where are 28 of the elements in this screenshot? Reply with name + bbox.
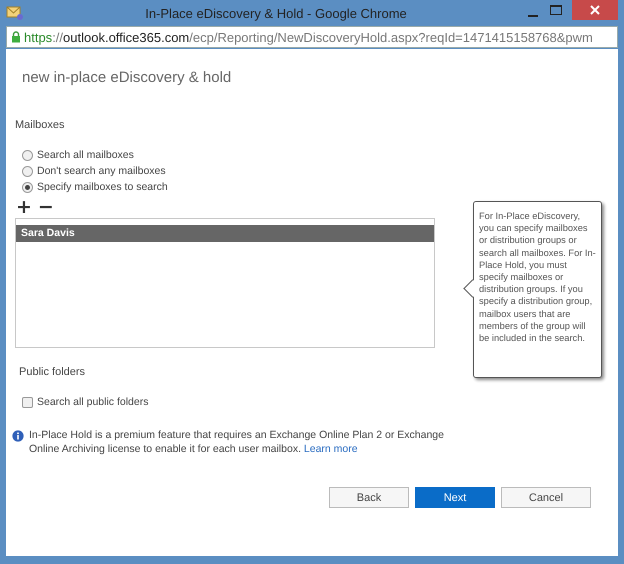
dialog-button[interactable]: Next: [415, 487, 495, 508]
close-button[interactable]: [572, 0, 618, 20]
radio-label: Don't search any mailboxes: [37, 165, 166, 177]
radio-button[interactable]: [22, 182, 33, 192]
dialog-button[interactable]: Cancel: [501, 487, 591, 508]
envelope-icon: [6, 5, 24, 21]
lock-icon: [11, 31, 21, 43]
learn-more-link[interactable]: Learn more: [304, 443, 358, 455]
remove-button[interactable]: −: [38, 198, 54, 216]
section-heading: Public folders: [19, 366, 86, 378]
radio-label: Specify mailboxes to search: [37, 181, 168, 193]
dialog-button[interactable]: Back: [329, 487, 409, 508]
info-icon: [12, 430, 24, 442]
window-title: In-Place eDiscovery & Hold - Google Chrome: [144, 6, 408, 20]
tooltip-text: For In-Place eDiscovery, you can specify mailboxes or distribution groups or search all mailboxes. For In-Place Hold, you must specify mailboxes or distribution groups. If you specify a distribution group, mailbox users that are members of the group will be included in the search.: [479, 210, 597, 344]
close-icon: [590, 5, 600, 15]
radio-button[interactable]: [22, 150, 33, 160]
section-heading: Mailboxes: [15, 119, 66, 131]
maximize-button[interactable]: [550, 5, 562, 15]
radio-label: Search all mailboxes: [37, 149, 134, 161]
address-bar[interactable]: https://outlook.office365.com/ecp/Reporting/NewDiscoveryHold.aspx?reqId=1471415158768&pwm: [6, 26, 618, 48]
checkbox-label: Search all public folders: [37, 396, 148, 408]
radio-button[interactable]: [22, 166, 33, 176]
add-button[interactable]: +: [16, 198, 32, 216]
info-text: In-Place Hold is a premium feature that requires an Exchange Online Plan 2 or Exchange Online Archiving license to enable it for each user mailbox. Learn more: [29, 428, 445, 456]
checkbox[interactable]: [22, 396, 33, 408]
page-title: new in-place eDiscovery & hold: [22, 69, 232, 86]
list-item[interactable]: Sara Davis: [16, 225, 434, 242]
